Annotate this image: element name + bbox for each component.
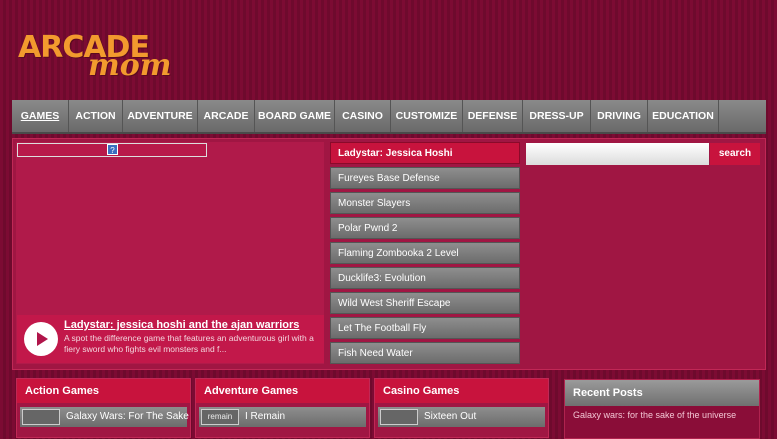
game-list-item[interactable]: Polar Pwnd 2: [330, 217, 520, 239]
nav-label: CASINO: [342, 110, 383, 122]
search-button[interactable]: search: [710, 143, 760, 165]
section-title: Casino Games: [375, 379, 548, 403]
nav-casino[interactable]: CASINO: [335, 100, 391, 132]
nav-label: DRESS-UP: [529, 110, 584, 122]
nav-label: DEFENSE: [467, 110, 518, 122]
nav-education[interactable]: EDUCATION: [648, 100, 719, 132]
nav-defense[interactable]: DEFENSE: [463, 100, 523, 132]
recent-posts-box: Recent Posts Galaxy wars: for the sake o…: [564, 379, 760, 439]
nav-label: ARCADE: [203, 110, 249, 122]
nav-label: DRIVING: [597, 110, 641, 122]
game-entry-title[interactable]: Sixteen Out: [424, 411, 476, 422]
game-entry-title[interactable]: I Remain: [245, 411, 285, 422]
game-list-item[interactable]: Flaming Zombooka 2 Level: [330, 242, 520, 264]
nav-games[interactable]: GAMES: [12, 100, 69, 132]
missing-plugin-icon: ?: [107, 144, 118, 155]
video-title-link[interactable]: Ladystar: jessica hoshi and the ajan war…: [64, 319, 299, 331]
nav-label: CUSTOMIZE: [395, 110, 458, 122]
play-icon[interactable]: [24, 322, 58, 356]
adventure-games-box: Adventure Games remain I Remain: [195, 378, 370, 438]
nav-board-game[interactable]: BOARD GAME: [255, 100, 335, 132]
section-title: Action Games: [17, 379, 190, 403]
nav-arcade[interactable]: ARCADE: [198, 100, 255, 132]
nav-adventure[interactable]: ADVENTURE: [123, 100, 198, 132]
nav-action[interactable]: ACTION: [69, 100, 123, 132]
game-list-item[interactable]: Wild West Sheriff Escape: [330, 292, 520, 314]
recent-posts-title: Recent Posts: [565, 380, 759, 406]
nav-customize[interactable]: CUSTOMIZE: [391, 100, 463, 132]
game-list-item[interactable]: Monster Slayers: [330, 192, 520, 214]
section-title: Adventure Games: [196, 379, 369, 403]
logo-text-mom: mom: [88, 48, 172, 83]
nav-driving[interactable]: DRIVING: [591, 100, 648, 132]
recent-post-link[interactable]: Galaxy wars: for the sake of the univers…: [573, 410, 736, 420]
game-list-item[interactable]: Ladystar: Jessica Hoshi: [330, 142, 520, 164]
arcademom-logo[interactable]: ARCADE mom: [18, 28, 198, 86]
featured-game-list: Ladystar: Jessica Hoshi Fureyes Base Def…: [330, 142, 520, 367]
game-entry-title[interactable]: Galaxy Wars: For The Sake: [66, 411, 189, 422]
category-nav: GAMES ACTION ADVENTURE ARCADE BOARD GAME…: [12, 100, 766, 134]
nav-label: BOARD GAME: [258, 110, 331, 122]
nav-label: EDUCATION: [652, 110, 714, 122]
game-list-item[interactable]: Let The Football Fly: [330, 317, 520, 339]
nav-label: ACTION: [75, 110, 116, 122]
casino-games-box: Casino Games Sixteen Out: [374, 378, 549, 438]
nav-label: ADVENTURE: [127, 110, 193, 122]
game-list-item[interactable]: Fish Need Water: [330, 342, 520, 364]
game-entry[interactable]: remain I Remain: [199, 407, 366, 427]
nav-dress-up[interactable]: DRESS-UP: [523, 100, 591, 132]
game-list-item[interactable]: Ducklife3: Evolution: [330, 267, 520, 289]
game-list-item[interactable]: Fureyes Base Defense: [330, 167, 520, 189]
game-entry[interactable]: Galaxy Wars: For The Sake: [20, 407, 189, 427]
game-entry[interactable]: Sixteen Out: [378, 407, 545, 427]
search-input[interactable]: [526, 143, 709, 165]
video-description: A spot the difference game that features…: [64, 333, 314, 354]
action-games-box: Action Games Galaxy Wars: For The Sake: [16, 378, 191, 438]
nav-label: GAMES: [20, 110, 60, 122]
